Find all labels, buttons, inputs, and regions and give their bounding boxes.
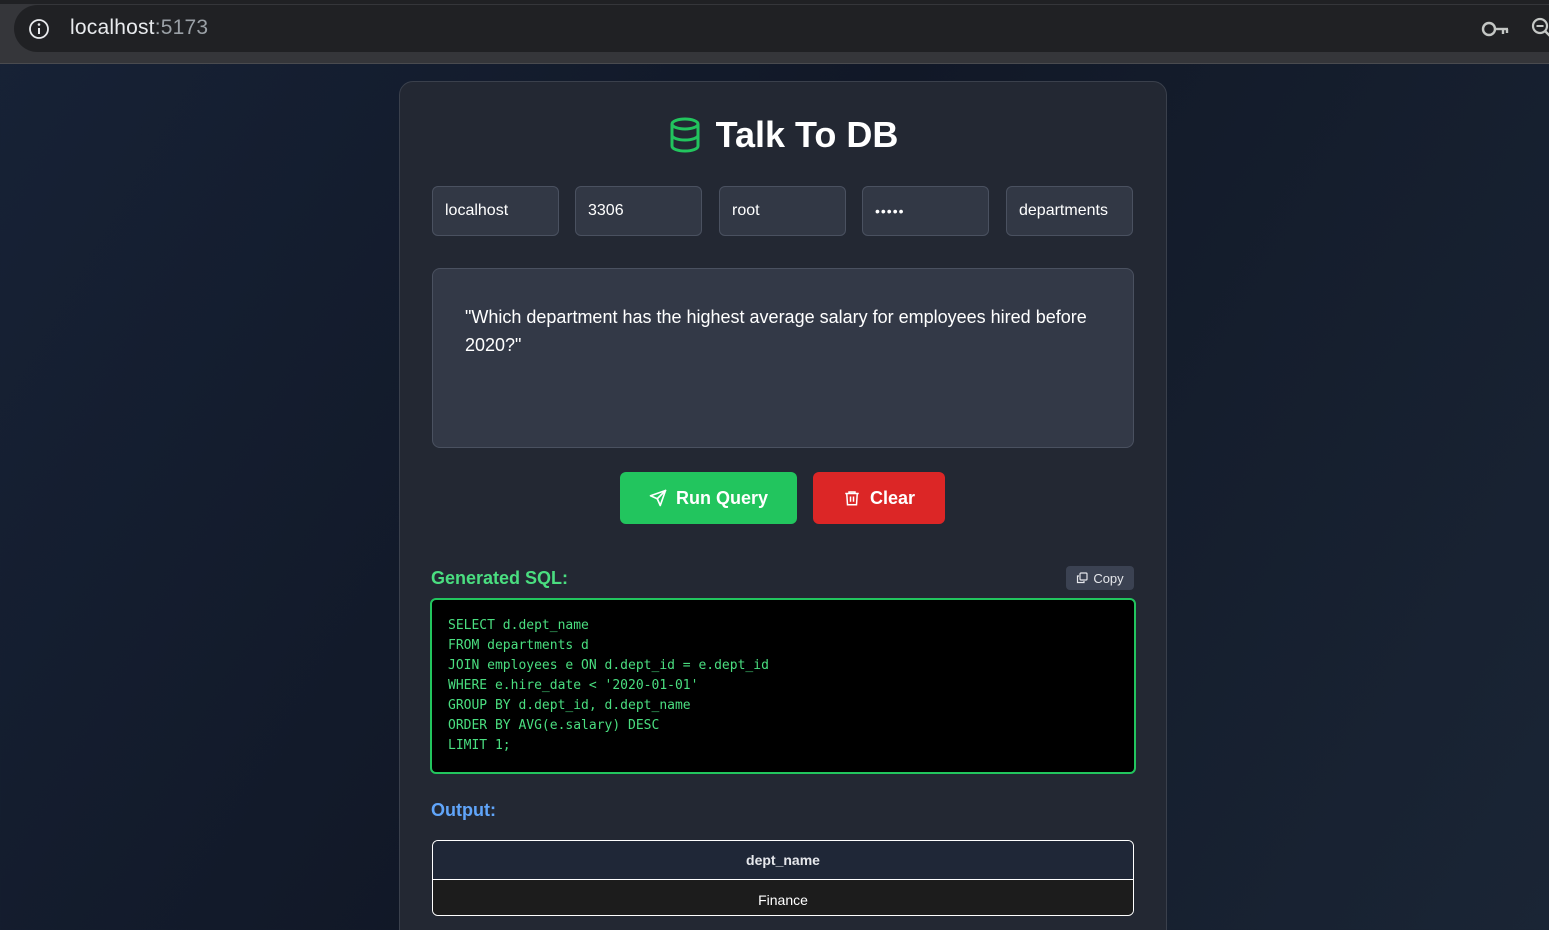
url-port: :5173 <box>154 16 209 39</box>
browser-top-edge <box>0 0 1549 4</box>
output-heading: Output: <box>431 800 496 820</box>
browser-toolbar: localhost:5173 <box>0 0 1549 64</box>
database-input[interactable]: departments <box>1006 186 1133 236</box>
generated-sql-heading: Generated SQL: <box>431 568 569 588</box>
trash-icon <box>845 491 859 506</box>
sql-line: JOIN employees e ON d.dept_id = e.dept_i… <box>448 658 769 673</box>
sql-line: ORDER BY AVG(e.salary) DESC <box>448 718 660 733</box>
user-input[interactable]: root <box>719 186 846 236</box>
url-text[interactable]: localhost:5173 <box>70 16 208 40</box>
zoom-icon[interactable] <box>1530 16 1549 40</box>
sql-line: GROUP BY d.dept_id, d.dept_name <box>448 698 691 713</box>
port-input[interactable]: 3306 <box>575 186 702 236</box>
clear-label: Clear <box>869 487 916 508</box>
output-table: dept_name Finance <box>432 840 1134 916</box>
address-bar[interactable] <box>14 5 1549 52</box>
copy-button[interactable]: Copy <box>1066 566 1134 590</box>
send-icon <box>649 489 667 507</box>
password-value: ••••• <box>875 203 905 219</box>
info-icon[interactable] <box>27 17 51 41</box>
key-icon[interactable] <box>1481 17 1511 41</box>
sql-line: FROM departments d <box>448 638 589 653</box>
password-input[interactable]: ••••• <box>862 186 989 236</box>
host-input[interactable]: localhost <box>432 186 559 236</box>
run-query-label: Run Query <box>675 487 768 508</box>
database-icon <box>670 117 700 153</box>
app-title: Talk To DB <box>715 114 899 155</box>
clear-button[interactable]: Clear <box>813 472 945 524</box>
question-textarea[interactable]: "Which department has the highest averag… <box>432 268 1134 448</box>
sql-line: SELECT d.dept_name <box>448 618 589 633</box>
sql-line: LIMIT 1; <box>448 738 511 753</box>
column-header: dept_name <box>433 841 1133 880</box>
sql-code-block[interactable]: SELECT d.dept_name FROM departments d JO… <box>430 598 1136 774</box>
copy-label: Copy <box>1093 570 1124 586</box>
url-host: localhost <box>70 16 155 39</box>
table-row: Finance <box>433 879 1133 915</box>
sql-line: WHERE e.hire_date < '2020-01-01' <box>448 678 699 693</box>
run-query-button[interactable]: Run Query <box>620 472 797 524</box>
copy-icon <box>1077 572 1088 584</box>
table-header-row: dept_name <box>433 841 1133 880</box>
app-header: Talk To DB <box>0 114 1549 162</box>
table-cell: Finance <box>433 879 1133 915</box>
